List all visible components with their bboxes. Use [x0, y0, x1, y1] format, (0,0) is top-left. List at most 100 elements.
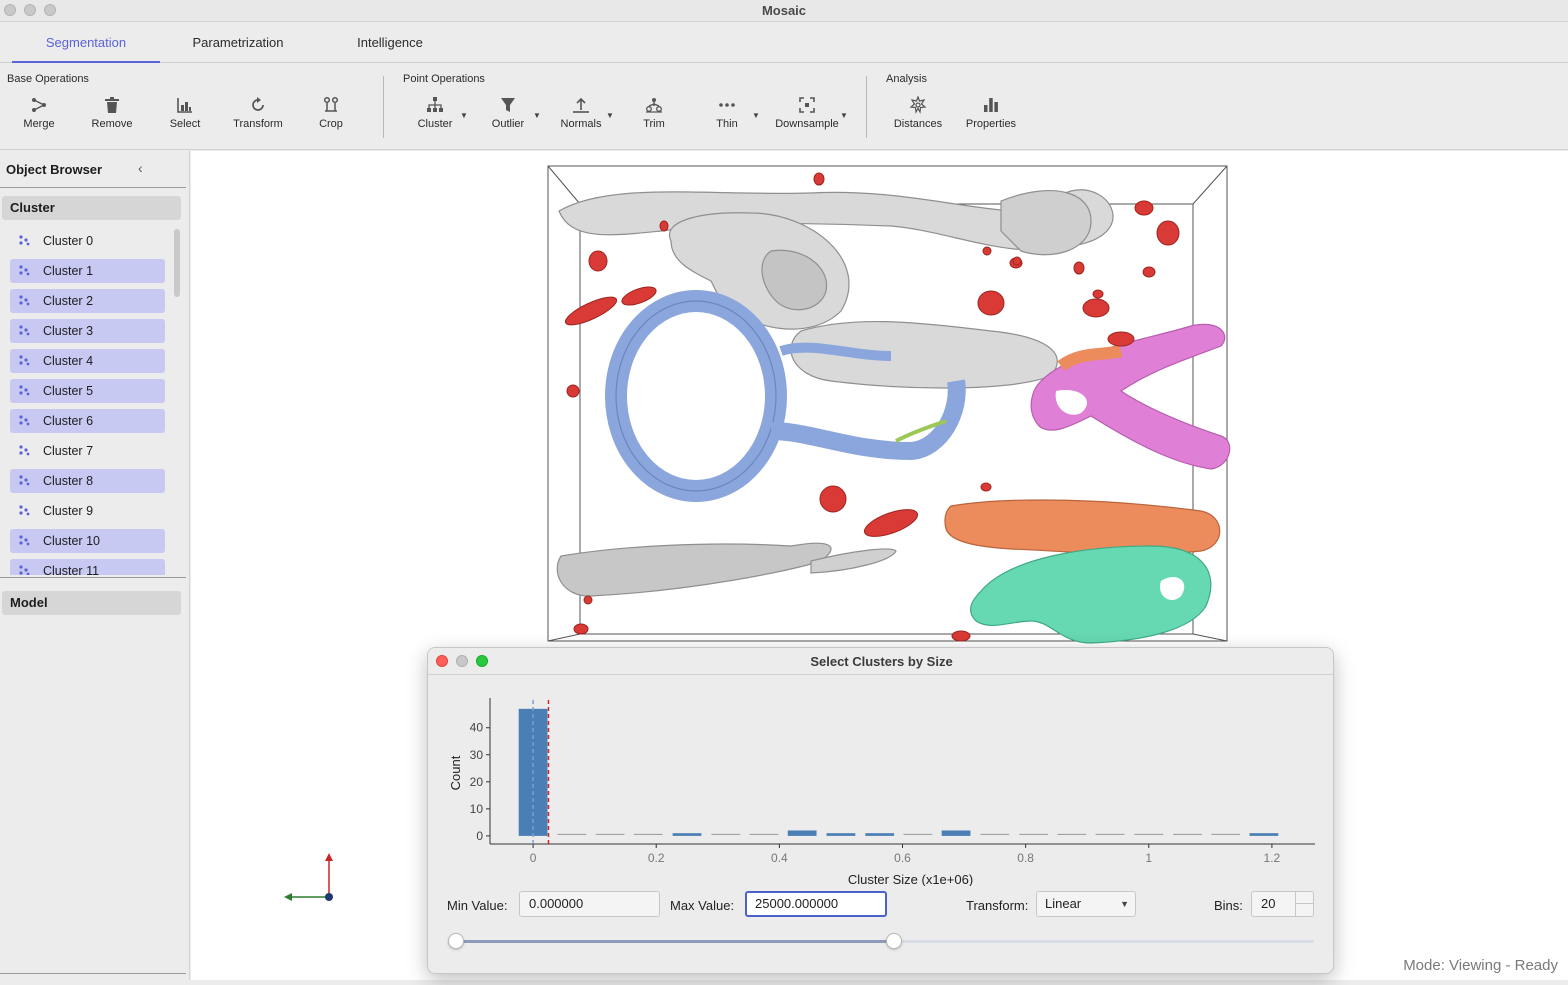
- cluster-list-item[interactable]: Cluster 3: [10, 319, 165, 343]
- max-value-label: Max Value:: [670, 898, 735, 913]
- cluster-list-item[interactable]: Cluster 1: [10, 259, 165, 283]
- chevron-down-icon: ▼: [1120, 899, 1129, 909]
- histogram-bar: [941, 830, 971, 836]
- tab-segmentation[interactable]: Segmentation: [12, 23, 160, 63]
- distances-icon: [909, 96, 927, 114]
- bins-value: 20: [1261, 896, 1276, 911]
- histogram-bar: [672, 833, 702, 836]
- x-tick-label: 0.6: [894, 851, 911, 865]
- cluster-name: Cluster 3: [43, 324, 94, 338]
- y-tick-label: 40: [470, 721, 484, 735]
- hierarchy-icon: [427, 97, 443, 112]
- x-tick-label: 1: [1145, 851, 1152, 865]
- crop-button[interactable]: Crop: [299, 96, 363, 138]
- cluster-list-item[interactable]: Cluster 5: [10, 379, 165, 403]
- normals-button[interactable]: Normals: [549, 96, 613, 138]
- cluster-dropdown-arrow[interactable]: ▼: [460, 111, 468, 120]
- cluster-button[interactable]: Cluster: [403, 96, 467, 138]
- remove-button[interactable]: Remove: [80, 96, 144, 138]
- tab-intelligence[interactable]: Intelligence: [330, 23, 450, 63]
- thin-label: Thin: [716, 118, 738, 130]
- cluster-name: Cluster 8: [43, 474, 94, 488]
- histogram-bar: [865, 833, 895, 836]
- cluster-list-item[interactable]: Cluster 4: [10, 349, 165, 373]
- dialog-titlebar: Select Clusters by Size: [428, 648, 1333, 675]
- cluster-section-header[interactable]: Cluster: [2, 196, 181, 220]
- downsample-icon: [799, 97, 815, 113]
- cluster-list-item[interactable]: Cluster 0: [10, 229, 165, 253]
- point-cloud-icon: [19, 265, 30, 276]
- transform-label: Transform: [233, 118, 283, 130]
- orange-membrane: [944, 499, 1221, 556]
- downsample-button[interactable]: Downsample: [768, 96, 846, 138]
- cluster-list-item[interactable]: Cluster 6: [10, 409, 165, 433]
- cluster-list[interactable]: Cluster 0 Cluster 1 Cluster 2 Cluster 3 Clus…: [0, 227, 186, 575]
- outlier-button[interactable]: Outlier: [476, 96, 540, 138]
- properties-button[interactable]: Properties: [959, 96, 1023, 138]
- cluster-list-item[interactable]: Cluster 11: [10, 559, 165, 575]
- group-label-point-operations: Point Operations: [403, 73, 485, 85]
- downsample-dropdown-arrow[interactable]: ▼: [840, 111, 848, 120]
- cluster-name: Cluster 10: [43, 534, 100, 548]
- y-tick-label: 20: [470, 775, 484, 789]
- dots-icon: [719, 103, 735, 107]
- range-slider-fill: [456, 940, 894, 943]
- range-slider-min-handle[interactable]: [448, 933, 464, 949]
- histogram-bar: [1173, 833, 1202, 835]
- downsample-label: Downsample: [775, 118, 839, 130]
- object-browser-panel: Object Browser ‹ Cluster Cluster 0 Cluste…: [0, 151, 190, 980]
- divider: [0, 187, 186, 188]
- distances-button[interactable]: Distances: [886, 96, 950, 138]
- bins-spinbox[interactable]: 20: [1251, 891, 1314, 917]
- cluster-list-item[interactable]: Cluster 2: [10, 289, 165, 313]
- y-tick-label: 30: [470, 748, 484, 762]
- dialog-title: Select Clusters by Size: [810, 654, 953, 669]
- trim-button[interactable]: Trim: [622, 96, 686, 138]
- trim-label: Trim: [643, 118, 665, 130]
- cluster-list-scrollbar[interactable]: [174, 229, 180, 297]
- crop-label: Crop: [319, 118, 343, 130]
- model-section-header[interactable]: Model: [2, 591, 181, 615]
- histogram-bar: [980, 833, 1010, 835]
- merge-button[interactable]: Merge: [7, 96, 71, 138]
- bar-chart-icon: [984, 98, 998, 112]
- point-cloud-icon: [19, 415, 30, 426]
- transform-button[interactable]: Transform: [226, 96, 290, 138]
- cluster-name: Cluster 7: [43, 444, 94, 458]
- select-clusters-dialog: Select Clusters by Size 0 10 20 30 40 0 0.2 0.4…: [427, 647, 1334, 974]
- select-button[interactable]: Select: [153, 96, 217, 138]
- histogram-bar: [1095, 833, 1125, 835]
- tab-parametrization[interactable]: Parametrization: [168, 23, 308, 63]
- thin-button[interactable]: Thin: [695, 96, 759, 138]
- crop-icon: [323, 96, 339, 112]
- y-tick-label: 10: [470, 802, 484, 816]
- cluster-name: Cluster 6: [43, 414, 94, 428]
- normals-dropdown-arrow[interactable]: ▼: [606, 111, 614, 120]
- cluster-list-item[interactable]: Cluster 10: [10, 529, 165, 553]
- group-label-analysis: Analysis: [886, 73, 927, 85]
- cluster-name: Cluster 4: [43, 354, 94, 368]
- point-cloud-icon: [19, 475, 30, 486]
- x-tick-label: 0.2: [648, 851, 665, 865]
- histogram-chart[interactable]: 0 10 20 30 40 0 0.2 0.4 0.6 0.8 1 1.2 Cluster Size (…: [428, 676, 1334, 887]
- histogram-svg[interactable]: 0 10 20 30 40 0 0.2 0.4 0.6 0.8 1 1.2 Cluster Size (…: [428, 676, 1334, 887]
- range-slider-max-handle[interactable]: [885, 933, 902, 949]
- bins-stepper[interactable]: [1295, 892, 1314, 916]
- cluster-list-item[interactable]: Cluster 8: [10, 469, 165, 493]
- cluster-list-item[interactable]: Cluster 7: [10, 439, 165, 463]
- transform-select[interactable]: Linear ▼: [1036, 891, 1136, 917]
- min-value-input[interactable]: 0.000000: [519, 891, 660, 917]
- remove-label: Remove: [91, 118, 133, 130]
- thin-dropdown-arrow[interactable]: ▼: [752, 111, 760, 120]
- cluster-list-item[interactable]: Cluster 9: [10, 499, 165, 523]
- outlier-dropdown-arrow[interactable]: ▼: [533, 111, 541, 120]
- collapse-sidebar-icon[interactable]: ‹: [138, 160, 143, 176]
- object-browser-title: Object Browser: [6, 162, 103, 177]
- distances-label: Distances: [893, 118, 943, 130]
- histogram-bar: [1057, 833, 1087, 835]
- main-tabbar: Segmentation Parametrization Intelligenc…: [0, 23, 1568, 63]
- normals-icon: [573, 97, 589, 113]
- teal-membrane: [969, 545, 1212, 644]
- range-slider[interactable]: [448, 933, 1314, 949]
- max-value-input[interactable]: 25000.000000: [745, 891, 887, 917]
